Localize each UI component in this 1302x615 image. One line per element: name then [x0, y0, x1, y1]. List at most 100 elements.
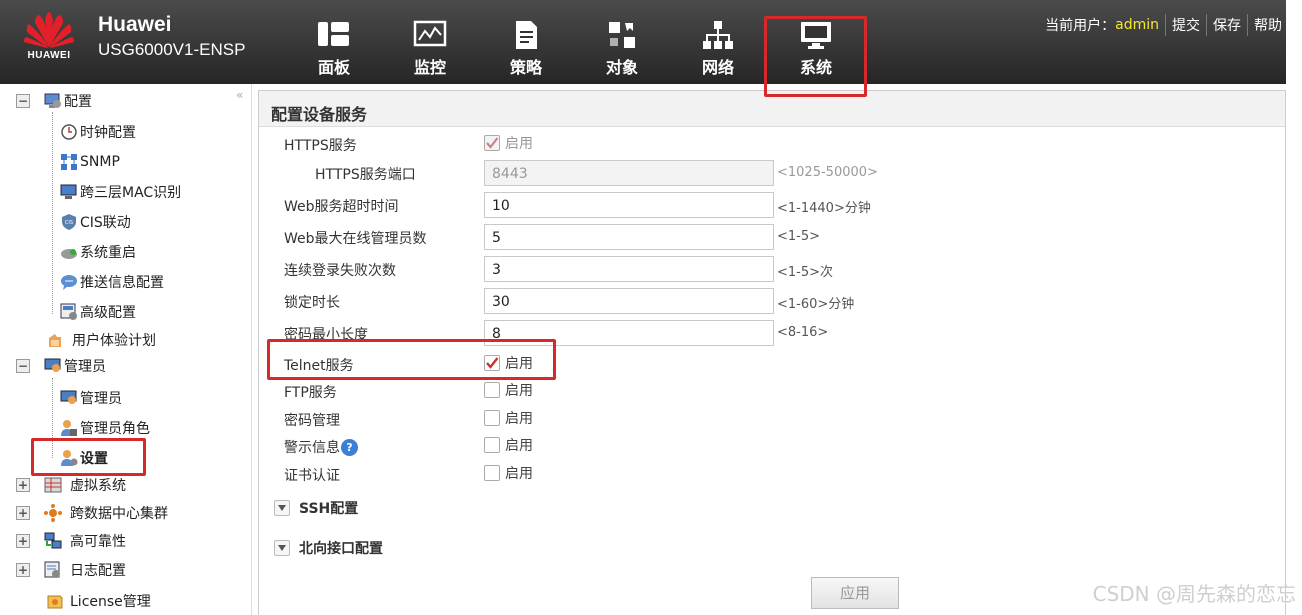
settings-highlight-box: [31, 438, 146, 476]
sidebar-item-cis[interactable]: CIS CIS联动: [60, 210, 131, 234]
sidebar-item-label: 管理员角色: [80, 421, 150, 437]
ssh-section-label: SSH配置: [299, 501, 359, 517]
sidebar-item-clock[interactable]: 时钟配置: [60, 120, 136, 144]
sidebar-item-dc-cluster[interactable]: + 跨数据中心集群: [16, 501, 168, 525]
ftp-label: FTP服务: [284, 385, 337, 401]
nav-object[interactable]: 对象: [592, 18, 652, 78]
apply-button[interactable]: 应用: [811, 577, 899, 609]
submit-link[interactable]: 提交: [1172, 15, 1200, 35]
north-section-label: 北向接口配置: [299, 541, 383, 557]
north-interface-section-toggle[interactable]: 北向接口配置: [274, 538, 383, 558]
expand-icon[interactable]: +: [16, 534, 30, 548]
warning-checkbox[interactable]: 启用: [484, 435, 533, 455]
sidebar-item-label: 日志配置: [70, 563, 126, 579]
pwd-mgmt-checkbox[interactable]: 启用: [484, 408, 533, 428]
cis-shield-icon: CIS: [62, 214, 76, 230]
nav-monitor[interactable]: 监控: [400, 18, 460, 78]
nav-policy[interactable]: 策略: [496, 18, 556, 78]
snmp-icon: [61, 154, 77, 170]
enable-label: 启用: [505, 383, 533, 399]
login-fail-input[interactable]: 3: [484, 256, 774, 282]
web-max-admins-input[interactable]: 5: [484, 224, 774, 250]
pwd-mgmt-label: 密码管理: [284, 413, 340, 429]
save-link[interactable]: 保存: [1213, 15, 1241, 35]
warning-label: 警示信息: [284, 440, 340, 456]
sidebar-item-reboot[interactable]: 系统重启: [60, 240, 136, 264]
network-icon: [703, 21, 733, 49]
cluster-icon: [44, 504, 62, 522]
sidebar-item-label: 配置: [64, 94, 92, 110]
sidebar-item-vsys[interactable]: + 虚拟系统: [16, 473, 126, 497]
sidebar-item-cross-layer-mac[interactable]: 跨三层MAC识别: [60, 180, 181, 204]
admin-role-icon: [61, 420, 77, 436]
sidebar-item-snmp[interactable]: SNMP: [60, 150, 120, 174]
nav-dashboard[interactable]: 面板: [304, 18, 364, 78]
sidebar-item-license[interactable]: License管理: [46, 589, 151, 613]
web-timeout-row: Web服务超时时间 10 <1-1440>分钟: [259, 192, 1285, 218]
vsys-icon: [44, 477, 62, 493]
https-row: HTTPS服务 启用: [259, 131, 1285, 157]
help-link[interactable]: 帮助: [1254, 15, 1282, 35]
sidebar-item-ha[interactable]: + 高可靠性: [16, 529, 126, 553]
dashboard-icon: [318, 22, 349, 46]
ux-plan-icon: [49, 334, 61, 347]
collapse-sidebar-button[interactable]: «: [236, 88, 243, 102]
logo-text: HUAWEI: [27, 50, 71, 61]
expand-icon[interactable]: +: [16, 506, 30, 520]
expand-icon[interactable]: +: [16, 478, 30, 492]
expand-triangle-icon: [274, 540, 290, 556]
https-port-row: HTTPS服务端口 8443 <1025-50000>: [259, 160, 1285, 186]
https-port-label: HTTPS服务端口: [315, 167, 416, 183]
expand-icon[interactable]: +: [16, 563, 30, 577]
web-max-admins-hint: <1-5>: [777, 229, 821, 244]
lock-time-input[interactable]: 30: [484, 288, 774, 314]
checkbox-box: [484, 437, 500, 453]
sidebar-item-administrators[interactable]: 管理员: [60, 386, 122, 410]
nav-label: 面板: [317, 58, 350, 77]
divider: [1165, 14, 1166, 36]
pwd-min-len-hint: <8-16>: [777, 325, 829, 340]
warning-row: 警示信息 ? 启用: [259, 433, 1285, 459]
sidebar-item-label: License管理: [70, 594, 151, 610]
collapse-icon[interactable]: −: [16, 359, 30, 373]
ftp-row: FTP服务 启用: [259, 378, 1285, 404]
https-port-input[interactable]: 8443: [484, 160, 774, 186]
sidebar-item-advanced[interactable]: 高级配置: [60, 300, 136, 324]
collapse-icon[interactable]: −: [16, 94, 30, 108]
ftp-checkbox[interactable]: 启用: [484, 380, 533, 400]
expand-triangle-icon: [274, 500, 290, 516]
checkmark-icon: [486, 137, 499, 149]
nav-network[interactable]: 网络: [688, 18, 748, 78]
checkbox-box: [484, 135, 500, 151]
divider: [1206, 14, 1207, 36]
help-icon[interactable]: ?: [341, 438, 358, 456]
sidebar-item-label: 管理员: [80, 391, 122, 407]
cert-auth-checkbox[interactable]: 启用: [484, 463, 533, 483]
lock-time-hint: <1-60>分钟: [777, 297, 855, 312]
sidebar-item-label: 管理员: [64, 359, 106, 375]
header-edge: [1286, 0, 1302, 84]
sidebar-item-admin[interactable]: − 管理员: [16, 354, 106, 378]
enable-label: 启用: [505, 466, 533, 482]
enable-label: 启用: [505, 136, 533, 152]
clock-icon: [61, 124, 77, 140]
sidebar-item-push-info[interactable]: 推送信息配置: [60, 270, 164, 294]
brand-name: Huawei: [98, 13, 172, 36]
sidebar-item-admin-roles[interactable]: 管理员角色: [60, 416, 150, 440]
sidebar-item-config[interactable]: − 配置: [16, 89, 92, 113]
lock-time-row: 锁定时长 30 <1-60>分钟: [259, 288, 1285, 314]
checkbox-box: [484, 382, 500, 398]
nav-label: 网络: [701, 58, 734, 77]
checkbox-box: [484, 410, 500, 426]
https-checkbox[interactable]: 启用: [484, 133, 533, 153]
sidebar-item-log[interactable]: + 日志配置: [16, 558, 126, 582]
sidebar-item-label: 推送信息配置: [80, 275, 164, 291]
checkbox-box: [484, 465, 500, 481]
device-model: USG6000V1-ENSP: [98, 40, 246, 59]
sidebar-item-label: 跨三层MAC识别: [80, 185, 182, 201]
config-icon: [44, 93, 61, 108]
web-timeout-input[interactable]: 10: [484, 192, 774, 218]
current-user-label: 当前用户：: [1045, 18, 1116, 34]
sidebar-item-ux-plan[interactable]: 用户体验计划: [46, 328, 156, 352]
ssh-section-toggle[interactable]: SSH配置: [274, 498, 358, 518]
